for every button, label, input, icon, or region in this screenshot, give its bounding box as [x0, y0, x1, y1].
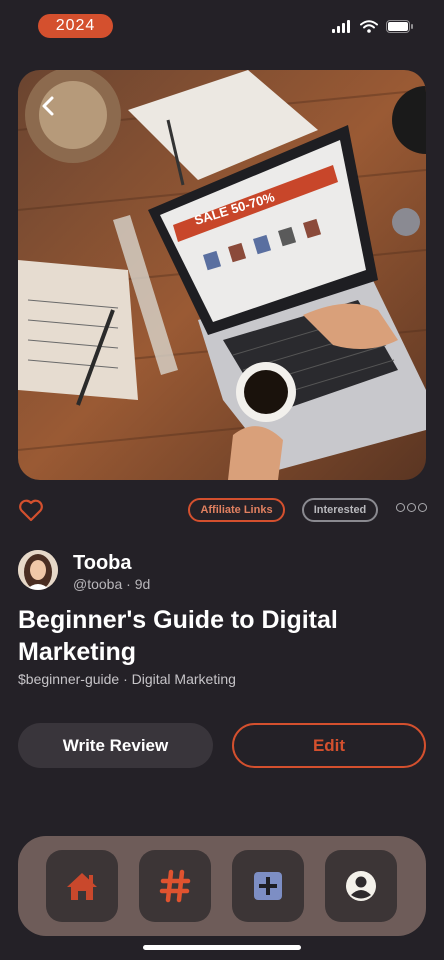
profile-icon [346, 871, 376, 901]
more-dot-icon [407, 503, 416, 512]
tag-interested[interactable]: Interested [302, 498, 378, 522]
chevron-left-icon [42, 96, 54, 116]
more-options-button[interactable] [396, 503, 427, 512]
post-subtitle: $beginner-guide · Digital Marketing [18, 671, 236, 687]
plus-square-icon [254, 872, 282, 900]
avatar[interactable] [18, 550, 58, 590]
hashtag-icon [159, 869, 191, 903]
tab-profile[interactable] [325, 850, 397, 922]
year-badge: 2024 [38, 14, 113, 38]
edit-button[interactable]: Edit [232, 723, 426, 768]
author-handle-time: @tooba · 9d [73, 576, 151, 592]
tab-home[interactable] [46, 850, 118, 922]
write-review-button[interactable]: Write Review [18, 723, 213, 768]
more-dot-icon [396, 503, 405, 512]
wifi-icon [360, 20, 378, 33]
tab-bar [18, 836, 426, 936]
home-indicator [143, 945, 301, 950]
heart-icon [19, 499, 43, 522]
like-button[interactable] [18, 498, 44, 524]
tab-create[interactable] [232, 850, 304, 922]
page-title: Beginner's Guide to Digital Marketing [18, 606, 338, 666]
battery-icon [386, 20, 413, 33]
back-button[interactable] [30, 88, 66, 124]
home-icon [67, 873, 97, 900]
post-hero-image: SALE 50-70% [18, 70, 426, 480]
tab-hashtag[interactable] [139, 850, 211, 922]
tag-affiliate-links[interactable]: Affiliate Links [188, 498, 285, 522]
signal-icon [332, 20, 350, 33]
status-bar: 2024 [0, 0, 444, 52]
more-dot-icon [418, 503, 427, 512]
status-icons [332, 20, 414, 33]
author-name[interactable]: Tooba [73, 552, 132, 575]
